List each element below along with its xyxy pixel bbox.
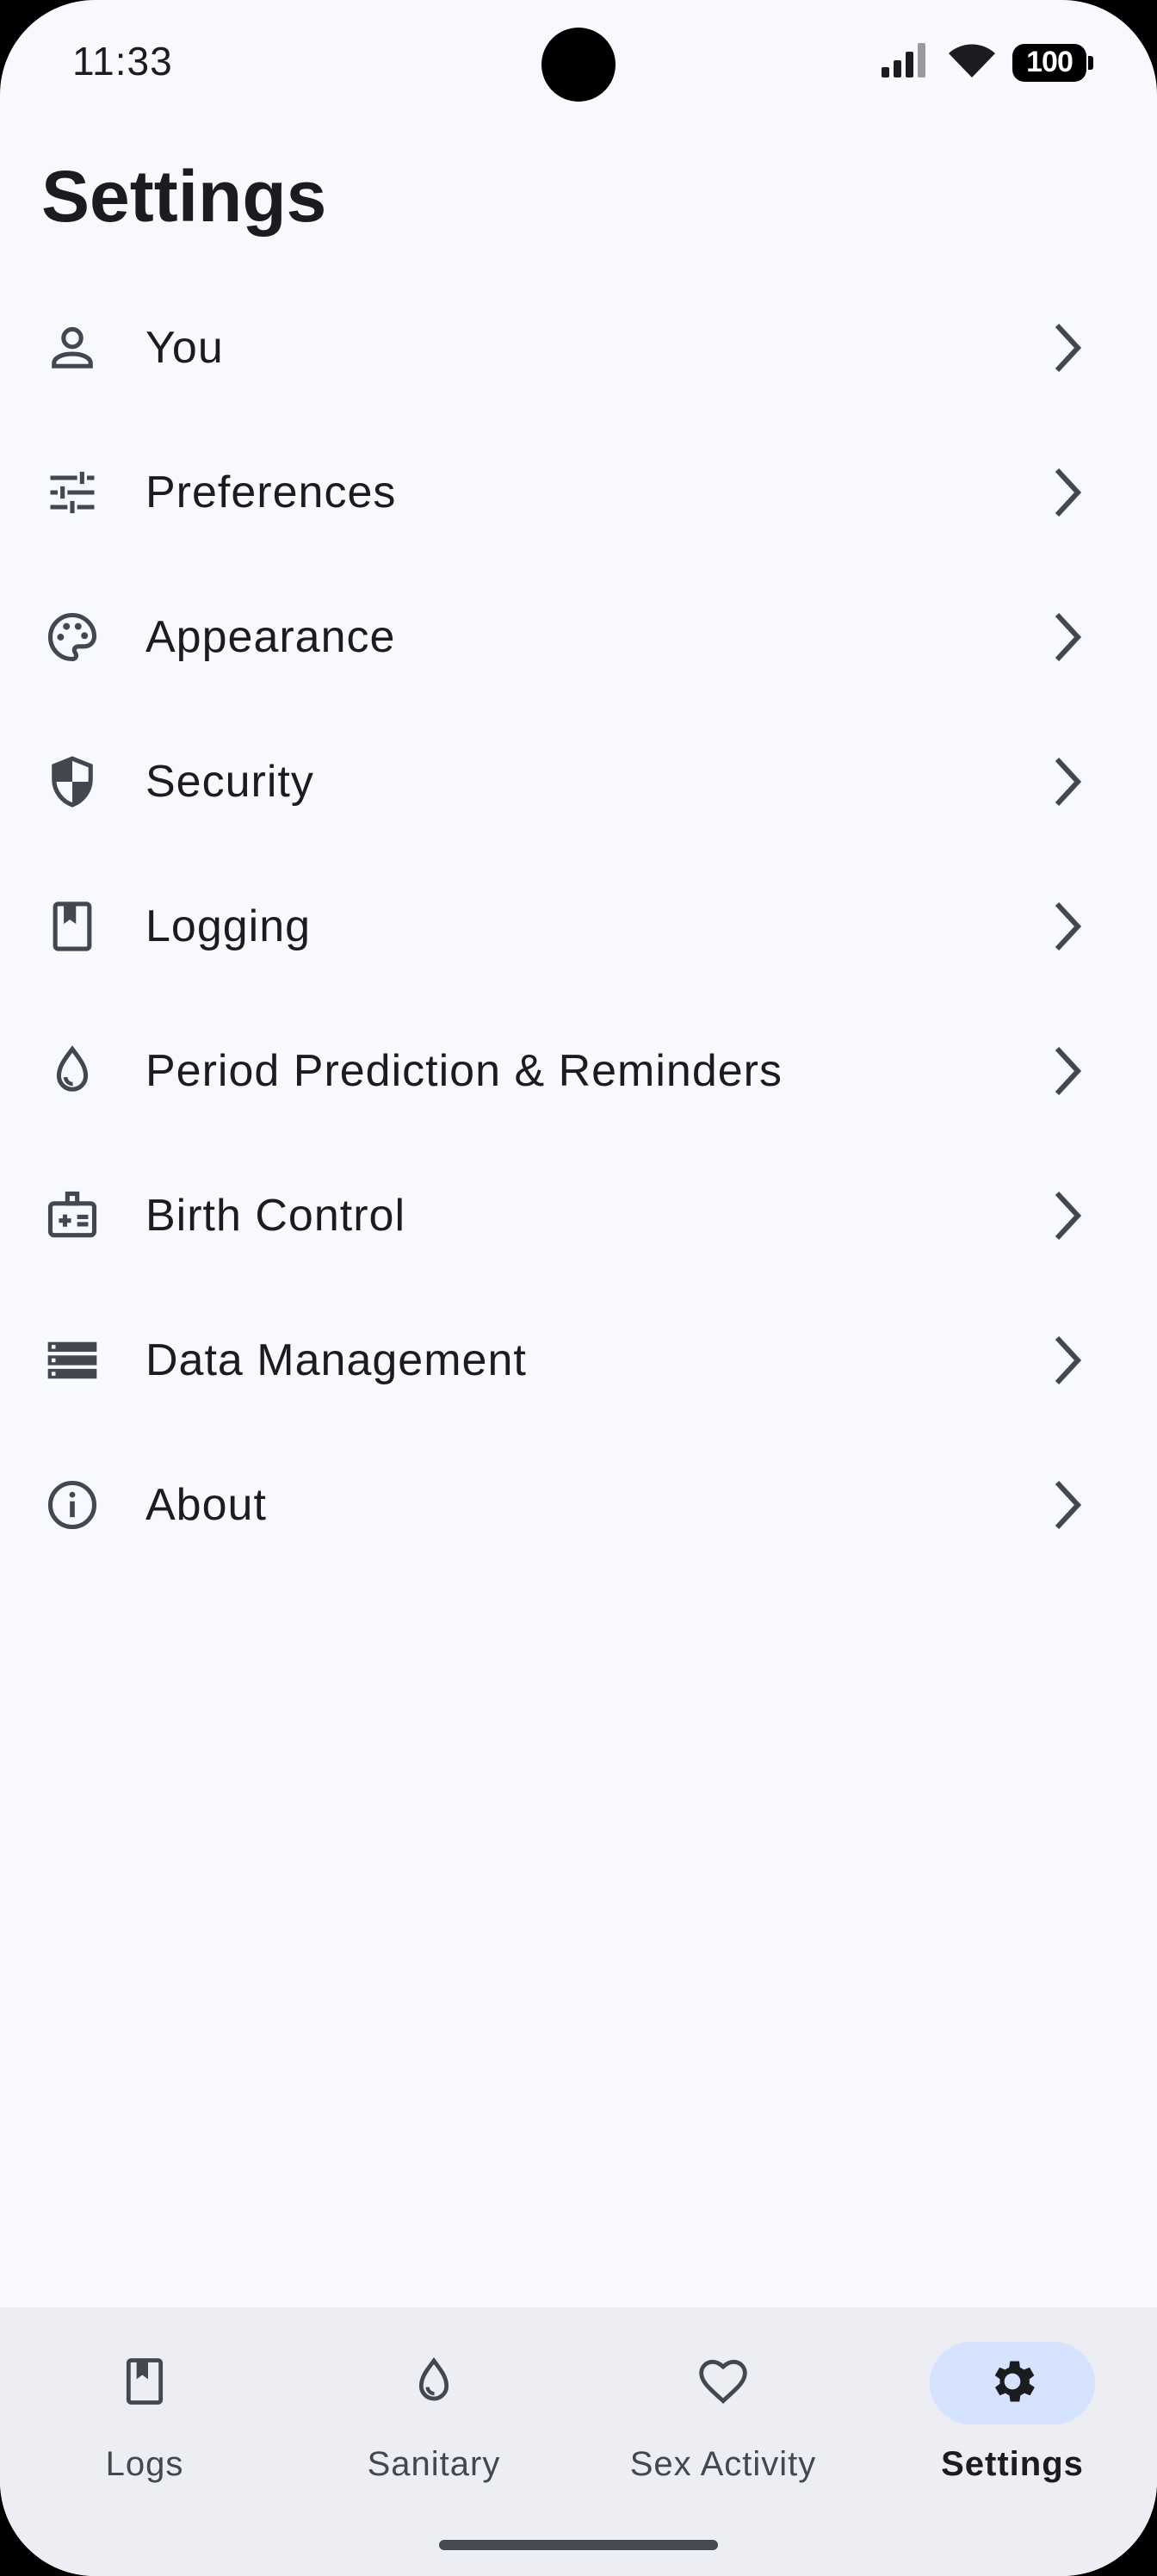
- settings-item-label: About: [145, 1480, 267, 1530]
- chevron-right-icon: [1043, 895, 1092, 957]
- settings-item-appearance[interactable]: Appearance: [0, 565, 1157, 709]
- drop-icon: [406, 2354, 461, 2413]
- nav-label: Sanitary: [367, 2445, 501, 2483]
- settings-item-label: You: [145, 323, 224, 373]
- settings-item-label: Appearance: [145, 612, 396, 662]
- nav-label: Sex Activity: [629, 2445, 817, 2483]
- chevron-right-icon: [1043, 1040, 1092, 1102]
- nav-label: Logs: [105, 2445, 184, 2483]
- nav-item-sanitary[interactable]: Sanitary: [289, 2342, 578, 2514]
- battery-icon: 100: [1012, 43, 1093, 82]
- settings-item-label: Birth Control: [145, 1191, 405, 1241]
- settings-item-label: Period Prediction & Reminders: [145, 1046, 783, 1096]
- person-icon: [41, 317, 103, 379]
- tune-icon: [41, 461, 103, 523]
- chevron-right-icon: [1043, 606, 1092, 668]
- camera-cutout: [541, 28, 616, 102]
- wifi-icon: [947, 41, 997, 84]
- nav-indicator: [640, 2342, 806, 2424]
- chevron-right-icon: [1043, 1329, 1092, 1391]
- settings-list: You Preferences Appearance Security Logg…: [0, 276, 1157, 1577]
- status-icons: 100: [880, 41, 1093, 84]
- bookmark-book-icon: [41, 895, 103, 957]
- page-title: Settings: [41, 156, 327, 237]
- nav-indicator: [62, 2342, 227, 2424]
- chevron-right-icon: [1043, 317, 1092, 379]
- settings-item-logging[interactable]: Logging: [0, 854, 1157, 999]
- nav-item-sex-activity[interactable]: Sex Activity: [578, 2342, 868, 2514]
- status-bar: 11:33 100: [0, 0, 1157, 129]
- shield-icon: [41, 751, 103, 813]
- gear-icon: [985, 2354, 1040, 2413]
- chevron-right-icon: [1043, 751, 1092, 813]
- drop-icon: [41, 1040, 103, 1102]
- settings-item-you[interactable]: You: [0, 276, 1157, 420]
- bottom-navigation: Logs Sanitary Sex Activity Settings: [0, 2307, 1157, 2576]
- nav-item-logs[interactable]: Logs: [0, 2342, 289, 2514]
- bookmark-book-icon: [117, 2354, 172, 2413]
- nav-indicator-active: [930, 2342, 1095, 2424]
- settings-item-security[interactable]: Security: [0, 709, 1157, 854]
- settings-item-label: Data Management: [145, 1335, 527, 1385]
- settings-item-data-management[interactable]: Data Management: [0, 1288, 1157, 1433]
- palette-icon: [41, 606, 103, 668]
- storage-icon: [41, 1329, 103, 1391]
- chevron-right-icon: [1043, 1474, 1092, 1536]
- chevron-right-icon: [1043, 1185, 1092, 1247]
- heart-icon: [696, 2354, 751, 2413]
- settings-item-label: Logging: [145, 901, 312, 951]
- settings-item-about[interactable]: About: [0, 1433, 1157, 1577]
- nav-item-settings[interactable]: Settings: [868, 2342, 1157, 2514]
- info-icon: [41, 1474, 103, 1536]
- settings-screen: 11:33 100 Settings You Preferences Appea…: [0, 0, 1157, 2576]
- settings-item-birth-control[interactable]: Birth Control: [0, 1143, 1157, 1288]
- settings-item-preferences[interactable]: Preferences: [0, 420, 1157, 565]
- status-time: 11:33: [72, 39, 173, 84]
- signal-icon: [880, 41, 931, 84]
- medical-kit-icon: [41, 1185, 103, 1247]
- settings-item-label: Preferences: [145, 468, 397, 517]
- nav-indicator: [351, 2342, 517, 2424]
- home-indicator[interactable]: [439, 2540, 718, 2550]
- settings-item-label: Security: [145, 757, 314, 807]
- nav-label: Settings: [941, 2445, 1084, 2483]
- settings-item-period-prediction[interactable]: Period Prediction & Reminders: [0, 999, 1157, 1143]
- chevron-right-icon: [1043, 461, 1092, 523]
